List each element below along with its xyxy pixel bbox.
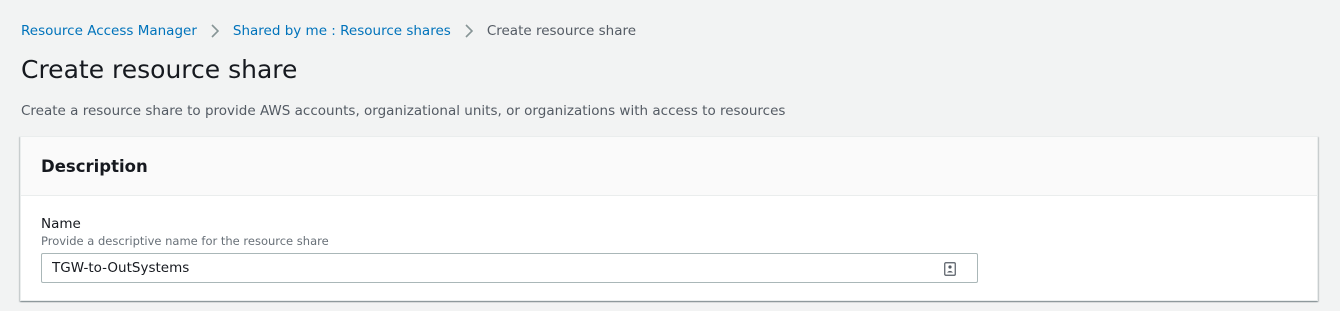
page-description: Create a resource share to provide AWS a… <box>21 103 786 119</box>
breadcrumb-link-resource-shares[interactable]: Shared by me : Resource shares <box>233 22 451 40</box>
description-panel-header: Description <box>21 137 1317 196</box>
breadcrumb-current-page: Create resource share <box>486 23 637 39</box>
breadcrumb: Resource Access Manager Shared by me : R… <box>21 22 636 40</box>
page-title: Create resource share <box>21 55 298 84</box>
contact-card-icon[interactable] <box>943 261 957 276</box>
name-input-wrapper <box>41 253 978 283</box>
breadcrumb-link-resource-access-manager[interactable]: Resource Access Manager <box>21 22 197 40</box>
chevron-right-icon <box>197 22 233 40</box>
chevron-right-icon <box>451 22 487 40</box>
description-panel-title: Description <box>41 157 148 176</box>
description-panel: Description Name Provide a descriptive n… <box>20 136 1318 301</box>
name-form-field: Name Provide a descriptive name for the … <box>21 196 1317 283</box>
page: Resource Access Manager Shared by me : R… <box>0 0 1340 311</box>
name-input[interactable] <box>42 254 977 282</box>
name-field-label: Name <box>41 216 81 232</box>
name-field-hint: Provide a descriptive name for the resou… <box>41 234 329 248</box>
